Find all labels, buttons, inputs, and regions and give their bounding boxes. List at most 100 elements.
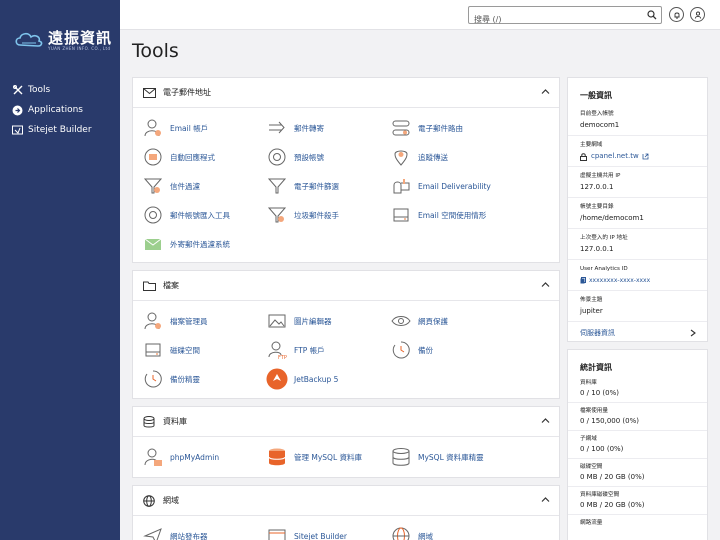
import-tool-link[interactable]: 郵件帳號匯入工具 (142, 204, 230, 226)
directory-privacy-link[interactable]: 網頁保護 (390, 310, 448, 332)
search-icon[interactable] (647, 10, 657, 20)
item-label: MySQL 資料庫精靈 (418, 452, 484, 462)
sidebar-item-applications[interactable]: Applications (0, 100, 120, 120)
item-label: 管理 MySQL 資料庫 (294, 452, 363, 462)
sidebar-item-label: Tools (28, 85, 51, 95)
autoresponders-icon (142, 146, 164, 168)
file-manager-icon (142, 310, 164, 332)
global-email-filters-icon (266, 175, 288, 197)
images-icon (266, 310, 288, 332)
item-label: 外寄郵件過濾系統 (170, 239, 230, 249)
search-input[interactable] (469, 11, 639, 28)
outgoing-filter-icon (142, 233, 164, 255)
section-title: 網域 (163, 496, 179, 505)
track-delivery-link[interactable]: 追蹤傳送 (390, 146, 448, 168)
site-publisher-icon (142, 525, 164, 540)
default-address-link[interactable]: 預設帳號 (266, 146, 324, 168)
server-info-link[interactable]: 伺服器資訊 (568, 321, 707, 343)
current-user-label: 目前登入帳號 (580, 111, 614, 117)
mysql-wizard-icon (390, 446, 412, 468)
item-label: 自動回應程式 (170, 152, 215, 162)
backup-wizard-icon (142, 368, 164, 390)
current-user-value: democom1 (580, 121, 620, 129)
phpmyadmin-link[interactable]: phpMyAdmin (142, 446, 219, 468)
sidebar-item-tools[interactable]: Tools (0, 80, 120, 100)
jetbackup-icon (266, 368, 288, 390)
email-routing-link[interactable]: 電子郵件路由 (390, 117, 463, 139)
chevron-up-icon[interactable] (541, 496, 550, 503)
mysql-wizard-link[interactable]: MySQL 資料庫精靈 (390, 446, 484, 468)
email-deliverability-link[interactable]: Email Deliverability (390, 175, 491, 197)
item-label: 垃圾郵件殺手 (294, 210, 339, 220)
email-accounts-icon (142, 117, 164, 139)
folder-icon (142, 279, 156, 293)
stat-value: 0 / 10 (0%) (580, 389, 619, 397)
outgoing-filter-link[interactable]: 外寄郵件過濾系統 (142, 233, 230, 255)
chevron-up-icon[interactable] (541, 417, 550, 424)
stat-label: 檔案使用量 (580, 408, 608, 414)
chevron-up-icon[interactable] (541, 281, 550, 288)
item-label: 備份 (418, 345, 433, 355)
last-ip-row: 上次登入的 IP 地址 127.0.0.1 (568, 228, 707, 259)
general-info-title: 一般資訊 (580, 91, 612, 100)
sitejet-builder-link[interactable]: Sitejet Builder (266, 525, 347, 540)
autoresponders-link[interactable]: 自動回應程式 (142, 146, 215, 168)
section-header[interactable]: 檔案 (133, 271, 559, 301)
section-header[interactable]: 網域 (133, 486, 559, 516)
user-menu-button[interactable] (690, 7, 705, 22)
section-header[interactable]: 電子郵件地址 (133, 78, 559, 108)
stat-value: 0 MB / 20 GB (0%) (580, 501, 645, 509)
sidebar-item-sitejet-builder[interactable]: Sitejet Builder (0, 120, 120, 140)
theme-label: 佈景主題 (580, 297, 603, 303)
stat-label: 網路流量 (580, 520, 603, 526)
spam-filter-icon (266, 204, 288, 226)
current-user-row: 目前登入帳號 democom1 (568, 107, 707, 135)
section-header[interactable]: 資料庫 (133, 407, 559, 437)
item-label: Email Deliverability (418, 181, 491, 191)
analytics-id-value: xxxxxxxx-xxxx-xxxx (589, 277, 651, 284)
email-disk-usage-link[interactable]: Email 空間使用情形 (390, 204, 486, 226)
forwarders-link[interactable]: 郵件轉寄 (266, 117, 324, 139)
item-label: phpMyAdmin (170, 452, 220, 462)
item-label: 圖片編輯器 (294, 316, 332, 326)
item-label: 網頁保護 (418, 316, 448, 326)
tools-icon (12, 85, 23, 96)
jetbackup-link[interactable]: JetBackup 5 (266, 368, 338, 390)
ftp-accounts-link[interactable]: FTP FTP 帳戶 (266, 339, 325, 361)
mysql-databases-link[interactable]: 管理 MySQL 資料庫 (266, 446, 362, 468)
home-dir-value: /home/democom1 (580, 214, 644, 222)
item-label: 郵件轉寄 (294, 123, 324, 133)
file-manager-link[interactable]: 檔案管理員 (142, 310, 208, 332)
search-box[interactable] (468, 6, 662, 28)
images-link[interactable]: 圖片編輯器 (266, 310, 332, 332)
item-label: JetBackup 5 (294, 374, 339, 384)
databases-section: 資料庫 phpMyAdmin 管理 MySQL 資料庫 MySQL 資料庫精靈 (132, 406, 560, 478)
phpmyadmin-icon (142, 446, 164, 468)
item-label: 網域 (418, 531, 433, 540)
sidebar-nav: Tools Applications Sitejet Builder (0, 80, 120, 140)
notifications-button[interactable] (669, 7, 684, 22)
chevron-up-icon[interactable] (541, 88, 550, 95)
email-filters-link[interactable]: 信件過濾 (142, 175, 200, 197)
import-tool-icon (142, 204, 164, 226)
stat-row: 資料庫 0 / 10 (0%) (568, 377, 707, 402)
home-dir-label: 帳號主要目錄 (580, 204, 614, 210)
shared-ip-value: 127.0.0.1 (580, 183, 614, 191)
backup-wizard-link[interactable]: 備份精靈 (142, 368, 200, 390)
primary-domain-link[interactable]: cpanel.net.tw (580, 151, 695, 162)
domains-link[interactable]: 網域 (390, 525, 433, 540)
shared-ip-label: 虛擬主機共用 IP (580, 173, 621, 179)
stat-label: 資料庫 (580, 380, 597, 386)
disk-usage-link[interactable]: 磁碟空間 (142, 339, 200, 361)
site-publisher-link[interactable]: 網站發布器 (142, 525, 208, 540)
email-accounts-link[interactable]: Email 帳戶 (142, 117, 208, 139)
brand-logo[interactable]: 遠振資訊 YUAN ZHEN INFO. CO., Ltd (12, 24, 112, 54)
sidebar-item-label: Applications (28, 105, 83, 115)
home-dir-row: 帳號主要目錄 /home/democom1 (568, 197, 707, 228)
analytics-label: User Analytics ID (580, 266, 628, 272)
backup-link[interactable]: 備份 (390, 339, 433, 361)
sitejet-icon (12, 125, 23, 136)
analytics-id-link[interactable]: xxxxxxxx-xxxx-xxxx (580, 275, 695, 286)
global-email-filters-link[interactable]: 電子郵件篩選 (266, 175, 339, 197)
spam-filter-link[interactable]: 垃圾郵件殺手 (266, 204, 339, 226)
